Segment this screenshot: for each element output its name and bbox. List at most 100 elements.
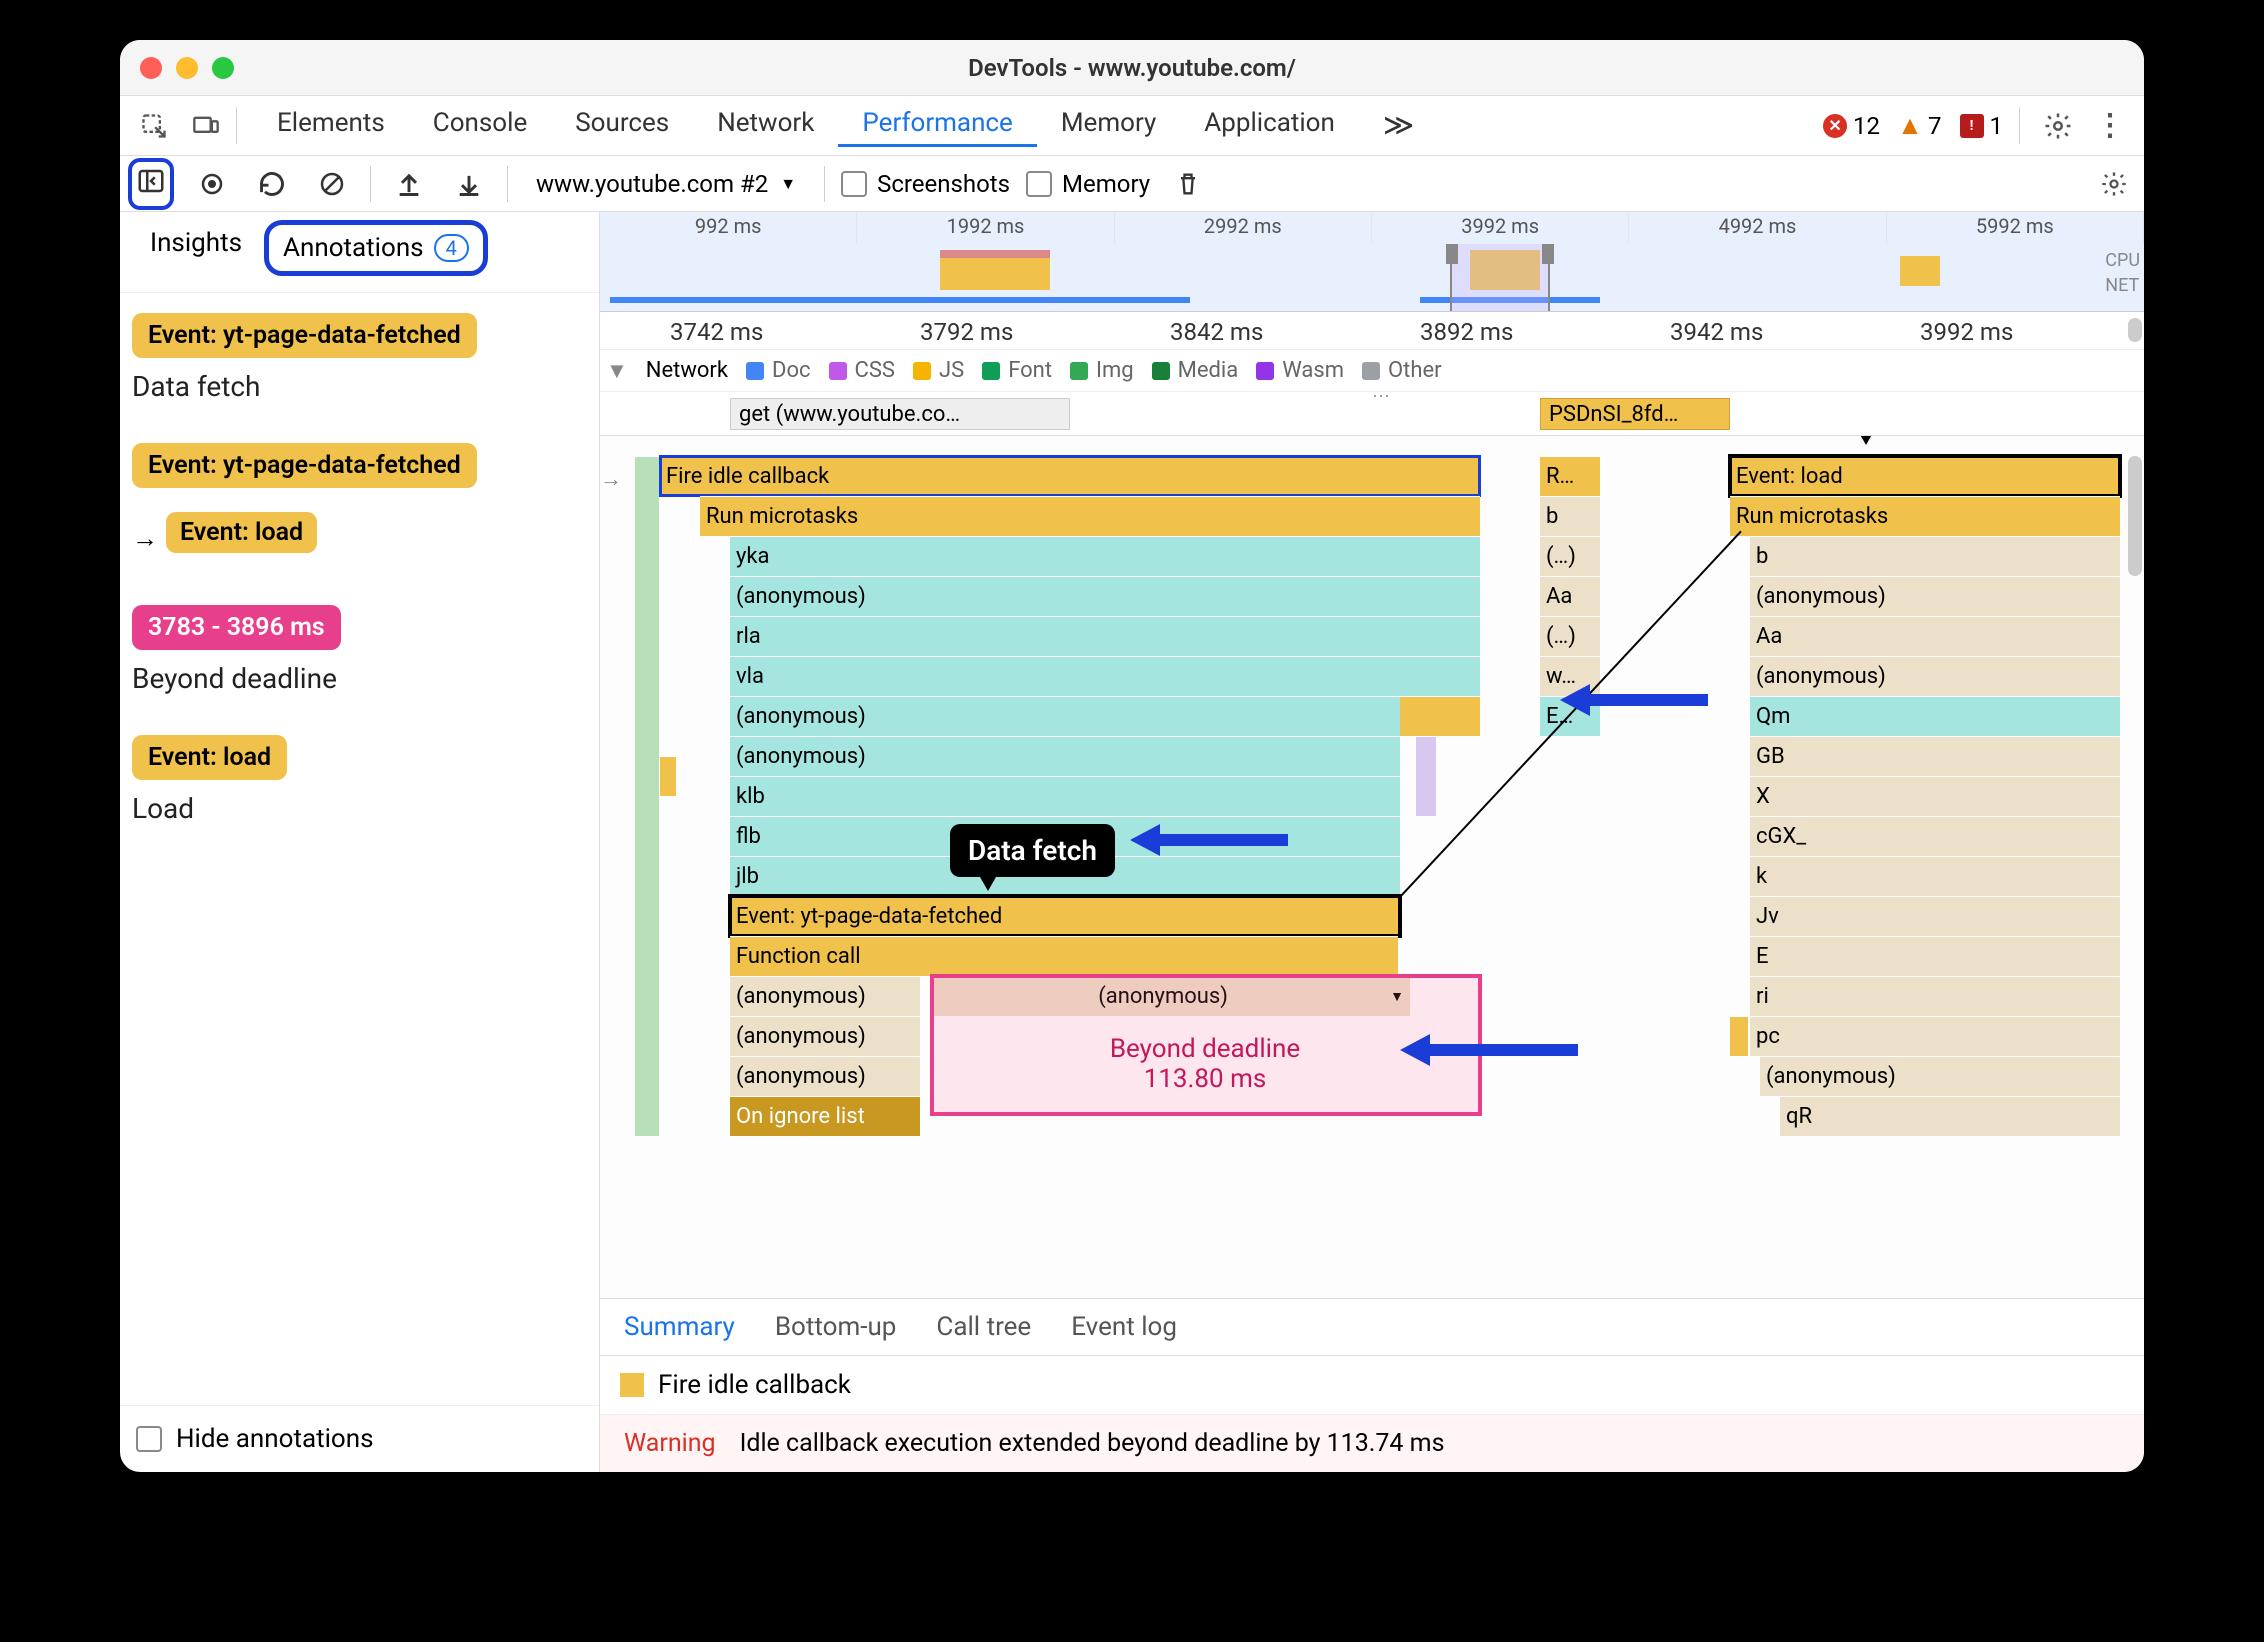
warning-count[interactable]: ▲7: [1898, 112, 1942, 140]
sidebar: Insights Annotations 4 Event: yt-page-da…: [120, 212, 600, 1472]
flame-entry[interactable]: pc: [1750, 1016, 2120, 1056]
annotations-badge: 4: [434, 234, 469, 262]
ruler-scrollbar[interactable]: [2128, 318, 2142, 342]
summary-name: Fire idle callback: [658, 1370, 851, 1400]
tab-performance[interactable]: Performance: [838, 104, 1036, 147]
annotation-label: 3783 - 3896 ms: [132, 605, 341, 650]
hide-annotations-checkbox[interactable]: [136, 1426, 162, 1452]
tab-console[interactable]: Console: [409, 104, 551, 147]
detail-tab-eventlog[interactable]: Event log: [1071, 1312, 1177, 1342]
annotation-label: Event: yt-page-data-fetched: [132, 443, 477, 488]
tab-bar: Elements Console Sources Network Perform…: [253, 104, 1438, 147]
flame-entry[interactable]: Aa: [1750, 616, 2120, 656]
flame-entry[interactable]: R…: [1540, 456, 1600, 496]
flame-entry[interactable]: qR: [1780, 1096, 2120, 1136]
tab-sources[interactable]: Sources: [551, 104, 693, 147]
flame-entry[interactable]: klb: [730, 776, 1400, 816]
flame-entry[interactable]: Run microtasks: [1730, 496, 2120, 536]
tab-elements[interactable]: Elements: [253, 104, 409, 147]
sidebar-footer: Hide annotations: [120, 1405, 599, 1472]
flame-entry[interactable]: (anonymous): [730, 1056, 920, 1096]
flame-entry[interactable]: vla: [730, 656, 1480, 696]
flame-entry[interactable]: (anonymous): [1750, 656, 2120, 696]
flame-entry[interactable]: Event: load: [1730, 456, 2120, 496]
perf-toolbar: www.youtube.com #2▼ Screenshots Memory: [120, 156, 2144, 212]
flame-entry[interactable]: GB: [1750, 736, 2120, 776]
detail-tabs: Summary Bottom-up Call tree Event log: [600, 1298, 2144, 1356]
tab-memory[interactable]: Memory: [1037, 104, 1180, 147]
detail-tab-calltree[interactable]: Call tree: [936, 1312, 1031, 1342]
device-icon[interactable]: [184, 104, 228, 148]
clear-icon[interactable]: [310, 162, 354, 206]
sidebar-tab-insights[interactable]: Insights: [136, 220, 256, 276]
settings-icon[interactable]: [2036, 104, 2080, 148]
warning-label: Warning: [624, 1429, 716, 1458]
flame-entry[interactable]: ri: [1750, 976, 2120, 1016]
flame-entry[interactable]: (anonymous): [730, 696, 1400, 736]
record-icon[interactable]: [190, 162, 234, 206]
flame-entry[interactable]: (…): [1540, 536, 1600, 576]
flame-entry[interactable]: cGX_: [1750, 816, 2120, 856]
flame-entry[interactable]: Jv: [1750, 896, 2120, 936]
flame-entry[interactable]: (anonymous): [730, 736, 1400, 776]
memory-checkbox[interactable]: Memory: [1026, 170, 1150, 198]
flame-entry[interactable]: k: [1750, 856, 2120, 896]
minimize-window-button[interactable]: [176, 57, 198, 79]
flame-entry[interactable]: b: [1540, 496, 1600, 536]
error-count[interactable]: ✕12: [1823, 112, 1880, 140]
tab-application[interactable]: Application: [1180, 104, 1359, 147]
flame-entry[interactable]: yka: [730, 536, 1480, 576]
detail-tab-bottomup[interactable]: Bottom-up: [775, 1312, 897, 1342]
annotation-item[interactable]: 3783 - 3896 ms Beyond deadline: [132, 605, 587, 695]
detail-tab-summary[interactable]: Summary: [624, 1312, 735, 1342]
screenshots-checkbox[interactable]: Screenshots: [841, 170, 1010, 198]
traffic-lights: [140, 57, 234, 79]
inspect-icon[interactable]: [132, 104, 176, 148]
target-dropdown[interactable]: www.youtube.com #2▼: [524, 166, 808, 202]
flame-entry[interactable]: (anonymous): [730, 576, 1480, 616]
flame-entry[interactable]: (anonymous): [1760, 1056, 2120, 1096]
gc-icon[interactable]: [1166, 162, 1210, 206]
warning-text: Idle callback execution extended beyond …: [740, 1429, 1445, 1458]
maximize-window-button[interactable]: [212, 57, 234, 79]
network-bars: get (www.youtube.co… PSDnSI_8fd… ⋯: [600, 392, 2144, 436]
download-icon[interactable]: [447, 162, 491, 206]
toggle-sidebar-button[interactable]: [128, 158, 174, 210]
flame-entry[interactable]: E: [1750, 936, 2120, 976]
flame-entry[interactable]: rla: [730, 616, 1480, 656]
panel-settings-icon[interactable]: [2092, 162, 2136, 206]
flame-entry[interactable]: Qm: [1750, 696, 2120, 736]
body: Insights Annotations 4 Event: yt-page-da…: [120, 212, 2144, 1472]
issue-count[interactable]: !1: [1960, 112, 2004, 140]
flame-entry[interactable]: (anonymous): [730, 1016, 920, 1056]
overview[interactable]: 992 ms 1992 ms 2992 ms 3992 ms 4992 ms 5…: [600, 212, 2144, 312]
tab-network[interactable]: Network: [693, 104, 838, 147]
reload-icon[interactable]: [250, 162, 294, 206]
network-request[interactable]: get (www.youtube.co…: [730, 398, 1070, 430]
flame-scrollbar[interactable]: [2128, 456, 2142, 576]
overview-selection[interactable]: [1450, 244, 1550, 311]
annotation-item[interactable]: Event: yt-page-data-fetched Data fetch: [132, 313, 587, 403]
flame-entry[interactable]: (…): [1540, 616, 1600, 656]
flame-chart[interactable]: Fire idle callbackRun microtasksyka(anon…: [600, 436, 2144, 1298]
flame-entry[interactable]: Fire idle callback: [660, 456, 1480, 496]
more-icon[interactable]: ⋮: [2088, 104, 2132, 148]
network-request[interactable]: PSDnSI_8fd…: [1540, 398, 1730, 430]
annotation-label: Event: yt-page-data-fetched: [132, 313, 477, 358]
upload-icon[interactable]: [387, 162, 431, 206]
close-window-button[interactable]: [140, 57, 162, 79]
flame-entry[interactable]: Event: yt-page-data-fetched: [730, 896, 1400, 936]
sidebar-tab-annotations[interactable]: Annotations 4: [264, 220, 488, 276]
tab-overflow-icon[interactable]: ≫: [1359, 104, 1438, 147]
flame-entry[interactable]: Function call: [730, 936, 1398, 976]
annotation-item[interactable]: Event: load Load: [132, 735, 587, 825]
flame-entry[interactable]: (anonymous): [730, 976, 920, 1016]
annotation-item[interactable]: Event: yt-page-data-fetched → Event: loa…: [132, 443, 587, 565]
flame-entry[interactable]: (anonymous): [1750, 576, 2120, 616]
flame-entry[interactable]: b: [1750, 536, 2120, 576]
flame-entry[interactable]: X: [1750, 776, 2120, 816]
flame-entry[interactable]: Aa: [1540, 576, 1600, 616]
flame-entry[interactable]: On ignore list: [730, 1096, 920, 1136]
flame-entry[interactable]: Run microtasks: [700, 496, 1480, 536]
devtools-window: DevTools - www.youtube.com/ Elements Con…: [120, 40, 2144, 1472]
